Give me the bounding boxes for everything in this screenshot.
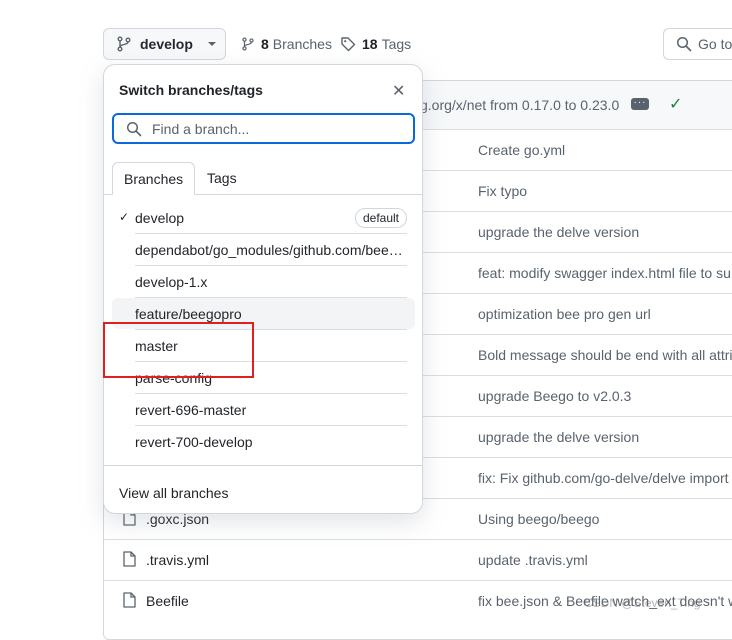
caret-down-icon: [207, 42, 216, 46]
view-all-branches-link[interactable]: View all branches: [119, 485, 228, 501]
branch-item[interactable]: revert-696-master: [112, 394, 415, 426]
go-to-file-input[interactable]: Go to: [663, 28, 732, 60]
commit-message[interactable]: Bold message should be end with all attr…: [478, 347, 732, 363]
commit-message[interactable]: Using beego/beego: [478, 511, 599, 527]
branches-count: 8: [261, 36, 269, 52]
latest-commit-message[interactable]: g.org/x/net from 0.17.0 to 0.23.0: [420, 97, 619, 113]
branch-search-input[interactable]: [150, 119, 394, 138]
commit-message[interactable]: feat: modify swagger index.html file to …: [478, 265, 731, 281]
file-icon: [123, 551, 136, 567]
search-icon: [126, 121, 142, 136]
dropdown-title: Switch branches/tags: [119, 82, 263, 98]
branch-name: dependabot/go_modules/github.com/beego/b…: [135, 242, 407, 258]
git-branch-icon: [242, 37, 254, 51]
commit-message[interactable]: Fix typo: [478, 183, 527, 199]
branch-tag-tabs: Branches Tags: [104, 162, 422, 195]
commit-message[interactable]: fix: Fix github.com/go-delve/delve impor…: [478, 470, 729, 486]
check-icon: ✓: [119, 210, 130, 224]
branch-item[interactable]: dependabot/go_modules/github.com/beego/b…: [112, 234, 415, 266]
close-icon[interactable]: ✕: [392, 81, 405, 101]
branch-name: develop-1.x: [135, 274, 208, 290]
branch-item[interactable]: revert-700-develop: [112, 426, 415, 457]
branches-label: Branches: [272, 36, 332, 52]
branch-name: revert-700-develop: [135, 434, 253, 450]
check-icon[interactable]: ✓: [669, 94, 682, 114]
branch-name: develop: [135, 210, 185, 226]
branch-name: revert-696-master: [135, 402, 247, 418]
branch-name: feature/beegopro: [135, 306, 242, 322]
ellipsis-icon[interactable]: ···: [631, 98, 649, 110]
tab-tags[interactable]: Tags: [196, 162, 248, 194]
default-badge: default: [354, 208, 407, 228]
file-icon: [123, 592, 136, 608]
branch-item[interactable]: develop-1.x: [112, 266, 415, 298]
branch-select-button[interactable]: develop: [103, 28, 226, 60]
highlight-annotation-box: [103, 322, 254, 378]
search-icon: [676, 36, 692, 52]
tags-count: 18: [362, 36, 378, 52]
tag-icon: [341, 37, 356, 52]
file-name[interactable]: Beefile: [146, 593, 189, 609]
watermark: CSDN @Steven_Ting: [584, 596, 701, 610]
go-to-file-label: Go to: [698, 36, 732, 52]
commit-message[interactable]: Create go.yml: [478, 142, 565, 158]
branches-link[interactable]: 8 Branches: [241, 36, 332, 52]
commit-message[interactable]: update .travis.yml: [478, 552, 588, 568]
commit-message[interactable]: upgrade the delve version: [478, 429, 639, 445]
commit-message[interactable]: optimization bee pro gen url: [478, 306, 651, 322]
dropdown-footer: View all branches: [104, 465, 422, 501]
branch-switcher-dropdown: Switch branches/tags ✕ Branches Tags ✓ de…: [103, 64, 423, 514]
current-branch-label: develop: [140, 36, 193, 52]
tab-branches[interactable]: Branches: [112, 162, 196, 195]
table-row[interactable]: .travis.yml update .travis.yml: [104, 539, 732, 581]
tags-link[interactable]: 18 Tags: [340, 36, 411, 52]
branch-search-field[interactable]: [112, 113, 415, 144]
branch-item[interactable]: ✓ develop default: [112, 202, 415, 234]
commit-message[interactable]: upgrade Beego to v2.0.3: [478, 388, 631, 404]
tags-label: Tags: [381, 36, 412, 52]
git-branch-icon: [117, 36, 131, 52]
file-name[interactable]: .travis.yml: [146, 552, 209, 568]
commit-message[interactable]: upgrade the delve version: [478, 224, 639, 240]
